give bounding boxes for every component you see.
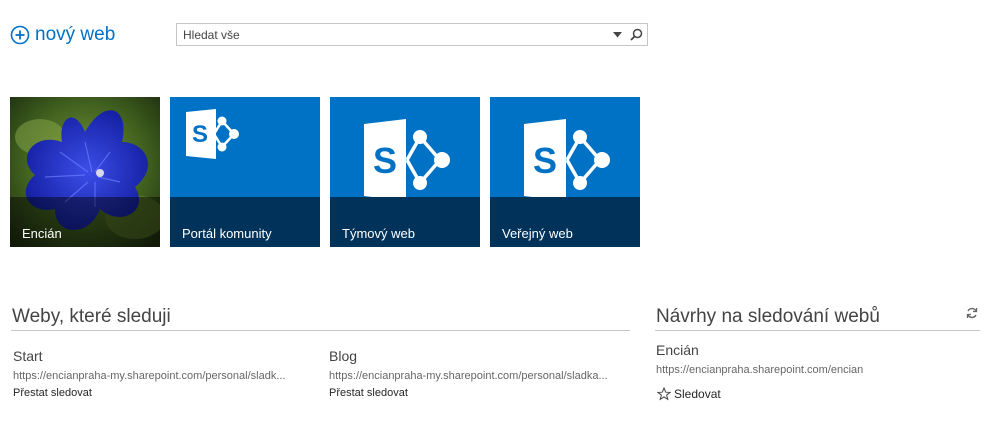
search-box — [176, 23, 648, 46]
chevron-down-icon — [612, 31, 622, 37]
refresh-icon[interactable] — [966, 307, 978, 319]
suggestions-heading: Návrhy na sledování webů — [656, 306, 880, 327]
tile-community-portal[interactable]: S Portál komunity — [170, 97, 320, 247]
sharepoint-logo-icon: S — [524, 119, 610, 201]
tile-title: Veřejný web — [502, 226, 573, 241]
unfollow-link[interactable]: Přestat sledovat — [13, 387, 92, 399]
new-site-link[interactable]: nový web — [10, 23, 115, 47]
followed-site-url: https://encianpraha-my.sharepoint.com/pe… — [13, 370, 286, 382]
add-circle-icon — [10, 25, 30, 45]
unfollow-link[interactable]: Přestat sledovat — [329, 387, 408, 399]
followed-site-url: https://encianpraha-my.sharepoint.com/pe… — [329, 370, 608, 382]
followed-divider — [11, 330, 630, 331]
suggested-site-url: https://encianpraha.sharepoint.com/encia… — [656, 364, 864, 376]
search-icon — [629, 28, 642, 41]
svg-text:S: S — [192, 121, 208, 148]
sharepoint-logo-icon: S — [186, 109, 239, 159]
search-button[interactable] — [625, 24, 647, 45]
tile-encian[interactable]: Encián — [10, 97, 160, 247]
tile-title: Portál komunity — [182, 226, 272, 241]
search-scope-dropdown[interactable] — [609, 24, 625, 45]
tile-title: Týmový web — [342, 226, 415, 241]
follow-label: Sledovat — [674, 387, 721, 401]
svg-text:S: S — [373, 140, 397, 181]
search-input[interactable] — [177, 24, 609, 45]
tile-title: Encián — [22, 226, 62, 241]
followed-site-name[interactable]: Blog — [329, 348, 357, 364]
follow-button[interactable]: Sledovat — [657, 387, 721, 401]
tile-team-site[interactable]: S Týmový web — [330, 97, 480, 247]
followed-site-name[interactable]: Start — [13, 348, 43, 364]
suggested-site-name[interactable]: Encián — [656, 342, 699, 358]
sharepoint-logo-icon: S — [364, 119, 450, 201]
suggestions-divider — [655, 330, 980, 331]
new-site-label: nový web — [35, 24, 116, 45]
svg-text:S: S — [533, 140, 557, 181]
tile-public-site[interactable]: S Veřejný web — [490, 97, 640, 247]
star-icon — [657, 387, 671, 401]
followed-sites-heading: Weby, které sleduji — [12, 306, 171, 327]
